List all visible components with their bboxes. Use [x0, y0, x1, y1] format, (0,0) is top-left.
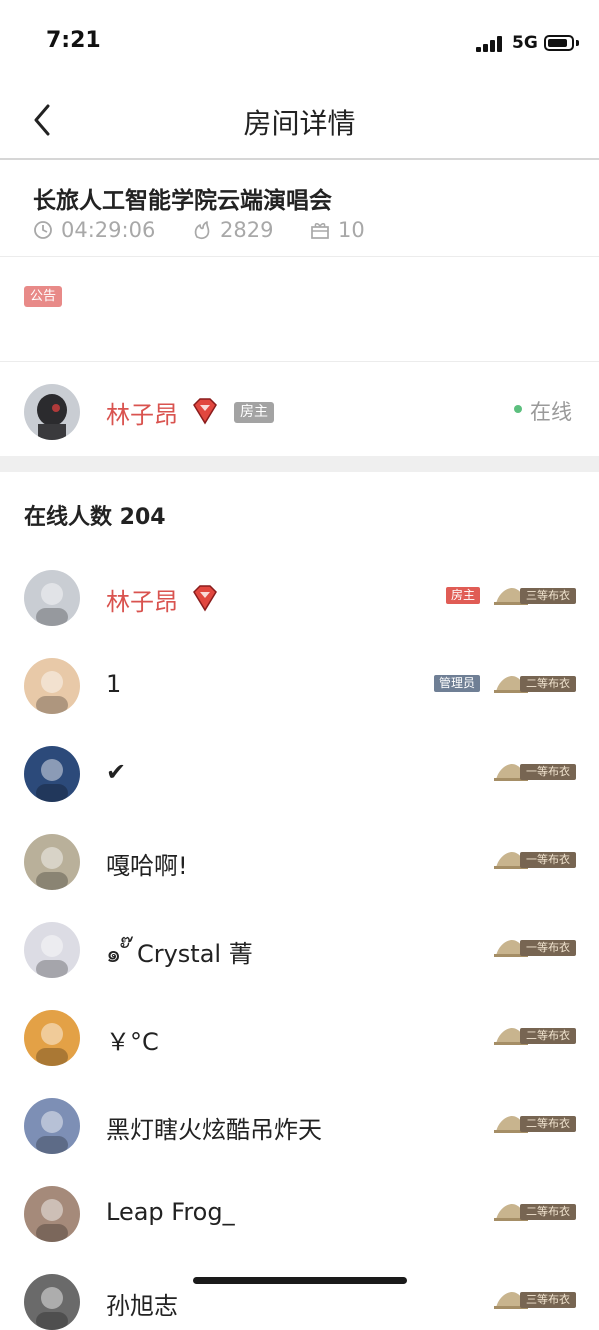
rank-badge: 三等布衣 [494, 586, 576, 605]
gifts-meta: 10 [310, 218, 365, 242]
room-name: 长旅人工智能学院云端演唱会 [33, 188, 332, 214]
member-name[interactable]: 孙旭志 [106, 1286, 178, 1321]
admin-tag: 管理员 [434, 675, 481, 692]
rank-label: 一等布衣 [520, 852, 576, 868]
member-avatar[interactable] [24, 834, 80, 890]
member-name[interactable]: Leap Frog_ [106, 1198, 235, 1226]
rank-label: 一等布衣 [520, 940, 576, 956]
rank-badge: 一等布衣 [494, 850, 576, 869]
gifts-value: 10 [338, 218, 365, 242]
member-avatar[interactable] [24, 1274, 80, 1330]
rank-label: 二等布衣 [520, 1028, 576, 1044]
member-avatar[interactable] [24, 1098, 80, 1154]
online-count: 在线人数 204 [24, 505, 166, 530]
member-avatar[interactable] [24, 922, 80, 978]
rank-label: 二等布衣 [520, 1204, 576, 1220]
rank-badge: 二等布衣 [494, 674, 576, 693]
clock-icon [34, 221, 52, 239]
rank-label: 二等布衣 [520, 676, 576, 692]
rank-badge: 二等布衣 [494, 1202, 576, 1221]
rank-badge: 一等布衣 [494, 762, 576, 781]
duration-meta: 04:29:06 [33, 218, 155, 242]
online-status: 在线 [530, 400, 572, 424]
signal-icon [476, 36, 502, 52]
gem-icon [193, 585, 217, 612]
duration-value: 04:29:06 [61, 218, 156, 242]
rank-label: 三等布衣 [520, 1292, 576, 1308]
member-name[interactable]: ￥°C [106, 1022, 159, 1057]
likes-value: 2829 [220, 218, 274, 242]
gem-icon [193, 398, 217, 425]
network-label: 5G [512, 33, 538, 53]
host-avatar[interactable] [24, 384, 80, 440]
owner-tag: 房主 [446, 587, 481, 604]
owner-tag: 房主 [234, 402, 274, 423]
notice-tag: 公告 [24, 286, 63, 307]
battery-tip [576, 40, 579, 46]
battery-icon [544, 35, 574, 51]
member-avatar[interactable] [24, 746, 80, 802]
member-name[interactable]: 嘎哈啊! [106, 846, 188, 881]
rank-badge: 二等布衣 [494, 1114, 576, 1133]
gift-icon [311, 223, 329, 239]
host-name[interactable]: 林子昂 [106, 395, 178, 430]
member-name[interactable]: 1 [106, 670, 121, 698]
rank-label: 二等布衣 [520, 1116, 576, 1132]
member-avatar[interactable] [24, 1010, 80, 1066]
divider [0, 361, 599, 362]
rank-label: 三等布衣 [520, 588, 576, 604]
rank-badge: 三等布衣 [494, 1290, 576, 1309]
section-gap [0, 456, 599, 472]
member-name[interactable]: 林子昂 [106, 582, 178, 617]
likes-meta: 2829 [192, 218, 273, 242]
rank-badge: 二等布衣 [494, 1026, 576, 1045]
member-avatar[interactable] [24, 1186, 80, 1242]
member-name[interactable]: ๑ ั๊ Crystal 菁 [106, 934, 253, 973]
divider [0, 256, 599, 257]
status-time: 7:21 [46, 28, 101, 53]
home-indicator[interactable] [193, 1277, 407, 1284]
online-dot [514, 405, 522, 413]
heat-icon [194, 221, 210, 240]
avatar-image [24, 384, 80, 440]
member-name[interactable]: ✔ [106, 758, 126, 786]
page-title: 房间详情 [243, 107, 356, 140]
member-avatar[interactable] [24, 570, 80, 626]
member-avatar[interactable] [24, 658, 80, 714]
rank-badge: 一等布衣 [494, 938, 576, 957]
member-name[interactable]: 黑灯瞎火炫酷吊炸天 [106, 1110, 322, 1145]
rank-label: 一等布衣 [520, 764, 576, 780]
nav-divider [0, 158, 599, 160]
